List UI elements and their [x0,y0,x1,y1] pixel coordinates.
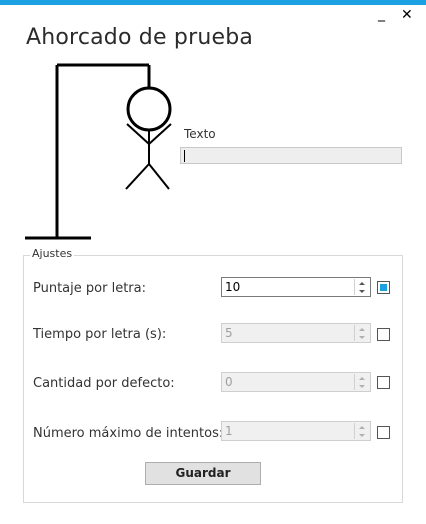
texto-input[interactable] [180,147,402,164]
tiempo-value: 5 [225,326,233,340]
text-caret [184,150,185,162]
figure-head [126,86,172,132]
puntaje-checkbox[interactable] [377,281,390,294]
intentos-checkbox[interactable] [377,426,390,439]
spin-down-icon[interactable] [355,382,369,390]
ajustes-legend: Ajustes [30,247,75,260]
puntaje-spin-buttons [354,279,369,295]
spin-down-icon[interactable] [355,287,369,295]
cantidad-label: Cantidad por defecto: [33,376,175,391]
puntaje-value: 10 [225,280,241,294]
intentos-value: 1 [225,424,233,438]
spin-up-icon[interactable] [355,423,369,431]
intentos-spin-buttons [354,423,369,439]
spin-up-icon[interactable] [355,374,369,382]
figure-leg-left [125,163,150,190]
cantidad-value: 0 [225,375,233,389]
spin-up-icon[interactable] [355,325,369,333]
tiempo-checkbox[interactable] [377,328,390,341]
texto-label: Texto [184,127,216,141]
save-button[interactable]: Guardar [145,462,261,485]
close-button[interactable]: ✕ [401,7,413,23]
figure-leg-right [148,163,170,190]
spin-down-icon[interactable] [355,431,369,439]
spin-down-icon[interactable] [355,333,369,341]
spin-up-icon[interactable] [355,279,369,287]
tiempo-spin-buttons [354,325,369,341]
cantidad-stepper[interactable]: 0 [221,372,371,392]
cantidad-spin-buttons [354,374,369,390]
hangman-gallows-figure [25,63,172,240]
tiempo-stepper[interactable]: 5 [221,323,371,343]
intentos-stepper[interactable]: 1 [221,421,371,441]
cantidad-checkbox[interactable] [377,376,390,389]
tiempo-label: Tiempo por letra (s): [33,327,167,342]
minimize-button[interactable]: _ [378,6,385,22]
puntaje-label: Puntaje por letra: [33,281,146,296]
intentos-label: Número máximo de intentos: [33,426,224,441]
puntaje-stepper[interactable]: 10 [221,277,371,297]
